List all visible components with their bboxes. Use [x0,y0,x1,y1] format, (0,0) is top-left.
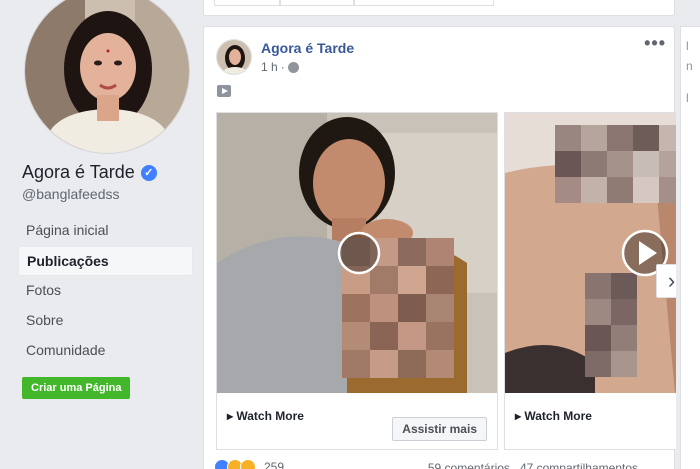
post-time[interactable]: 1 h [261,60,278,74]
right-sidebar-card: l n l [680,26,700,469]
carousel-slide[interactable]: ▸ Watch More Assistir mais [216,112,498,450]
right-card-text: l [686,91,689,105]
shares-count[interactable]: 47 compartilhamentos [520,461,638,469]
composer-tab[interactable] [280,0,354,6]
nav-item-photos[interactable]: Fotos [18,276,193,306]
chevron-right-icon[interactable]: › [656,264,676,298]
video-thumbnail[interactable] [217,113,497,393]
more-options-icon[interactable]: ••• [644,33,666,54]
page-nav: Página inicial Publicações Fotos Sobre C… [18,216,193,366]
watch-more-link[interactable]: ▸ Watch More [227,409,304,423]
play-button-icon [337,231,381,275]
slide-footer: ▸ Watch More [505,393,676,449]
right-card-text: l [686,39,689,53]
reaction-count: 259 [264,460,285,469]
video-icon [217,85,231,97]
meta-separator: · [280,60,285,74]
post-card: Agora é Tarde 1 h · ••• ▸ Watch More Ass… [203,26,676,469]
page-handle[interactable]: @banglafeedss [22,186,120,202]
engagement-counts: 59 comentários 47 compartilhamentos [428,461,638,469]
reaction-summary[interactable]: 259 [214,459,284,469]
carousel-slide[interactable]: ▸ Watch More [504,112,676,450]
composer-tab[interactable] [354,0,494,6]
nav-item-home[interactable]: Página inicial [18,216,193,246]
page-profile-picture[interactable] [24,0,190,154]
nav-item-posts[interactable]: Publicações [18,246,193,276]
watch-more-link[interactable]: ▸ Watch More [515,409,592,423]
composer-tab[interactable] [214,0,280,6]
page-name-text: Agora é Tarde [22,162,135,182]
nav-item-community[interactable]: Comunidade [18,336,193,366]
watch-more-button[interactable]: Assistir mais [392,417,487,441]
comments-count[interactable]: 59 comentários [428,461,510,469]
globe-icon [287,61,299,73]
slide-footer: ▸ Watch More Assistir mais [217,393,497,449]
post-author-avatar[interactable] [216,39,252,75]
page-title: Agora é Tarde ✓ [22,162,157,183]
video-thumbnail[interactable] [505,113,676,393]
video-carousel: ▸ Watch More Assistir mais ▸ Watch More … [216,112,676,450]
post-author-name[interactable]: Agora é Tarde [261,40,354,56]
post-meta: 1 h · [261,60,299,74]
verified-badge-icon: ✓ [140,164,157,181]
right-card-text: n [686,59,693,73]
wow-reaction-icon [240,459,256,469]
create-page-button[interactable]: Criar uma Página [22,377,131,399]
nav-item-about[interactable]: Sobre [18,306,193,336]
composer-card-bottom [203,0,675,16]
